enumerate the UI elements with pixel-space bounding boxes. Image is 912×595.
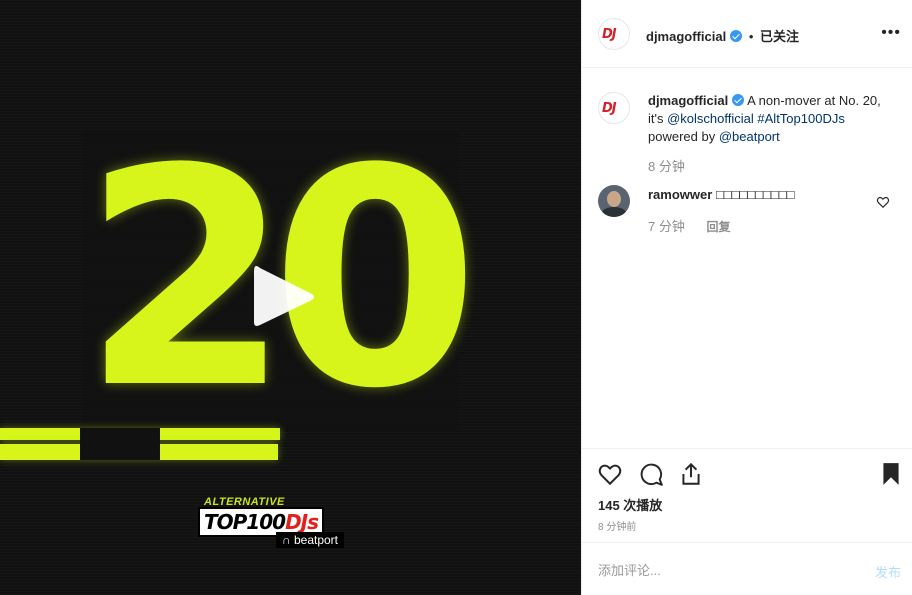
- comment-item: ramowwer □□□□□□□□□□ 7 分钟 回复: [648, 187, 868, 235]
- comment-timestamp: 7 分钟: [648, 219, 685, 234]
- logo-djs: DJs: [285, 510, 319, 534]
- mention-link[interactable]: @beatport: [719, 129, 780, 144]
- post-comment-button[interactable]: 发布: [875, 562, 901, 581]
- separator: •: [748, 29, 754, 44]
- like-heart-icon[interactable]: [597, 461, 623, 487]
- instagram-post-view: 20 ALTERNATIVE TOP100DJs ∩ beatport DJ d…: [0, 0, 912, 595]
- post-timestamp: 8 分钟前: [598, 522, 637, 533]
- caption-username[interactable]: djmagofficial: [648, 93, 728, 108]
- comment-bubble-icon[interactable]: [638, 461, 664, 487]
- caption-avatar[interactable]: DJ: [598, 92, 630, 124]
- add-comment-bar: 发布: [582, 542, 912, 595]
- view-count: 145 次播放: [598, 498, 663, 513]
- more-horizontal-icon[interactable]: •••: [881, 24, 901, 42]
- share-icon[interactable]: [678, 461, 704, 487]
- glitch-gap: [80, 428, 160, 460]
- headphones-icon: ∩: [282, 533, 294, 547]
- avatar[interactable]: DJ: [598, 18, 630, 50]
- post-header: DJ djmagofficial • 已关注 •••: [582, 0, 912, 68]
- comment-username[interactable]: ramowwer: [648, 187, 712, 202]
- header-username[interactable]: djmagofficial: [646, 29, 726, 44]
- logo-top100: TOP100: [204, 510, 286, 534]
- video-player[interactable]: 20 ALTERNATIVE TOP100DJs ∩ beatport: [0, 0, 581, 595]
- play-icon[interactable]: [250, 262, 320, 332]
- alt-top100-logo: ALTERNATIVE TOP100DJs ∩ beatport: [196, 494, 356, 552]
- like-comment-heart-icon[interactable]: [876, 195, 890, 209]
- comment-input[interactable]: [596, 557, 850, 583]
- commenter-avatar[interactable]: [598, 185, 630, 217]
- save-bookmark-icon[interactable]: [878, 461, 904, 487]
- reply-button[interactable]: 回复: [706, 220, 730, 234]
- follow-status-button[interactable]: 已关注: [760, 29, 799, 44]
- post-caption: djmagofficial A non-mover at No. 20, it'…: [648, 92, 888, 176]
- action-bar: 145 次播放 8 分钟前: [582, 448, 912, 542]
- logo-beatport-text: beatport: [293, 533, 339, 547]
- caption-timestamp: 8 分钟: [648, 159, 685, 174]
- comment-text: □□□□□□□□□□: [715, 187, 795, 202]
- verified-badge-icon: [730, 30, 743, 42]
- post-sidebar: DJ djmagofficial • 已关注 ••• DJ djmagoffic…: [581, 0, 912, 595]
- hashtag-link[interactable]: #AltTop100DJs: [757, 111, 844, 126]
- avatar-logo-text: DJ: [602, 101, 617, 116]
- verified-badge-icon: [732, 94, 745, 106]
- logo-beatport: ∩ beatport: [276, 532, 345, 548]
- caption-text: powered by: [648, 129, 716, 144]
- avatar-logo-text: DJ: [602, 27, 617, 42]
- mention-link[interactable]: @kolschofficial: [667, 111, 754, 126]
